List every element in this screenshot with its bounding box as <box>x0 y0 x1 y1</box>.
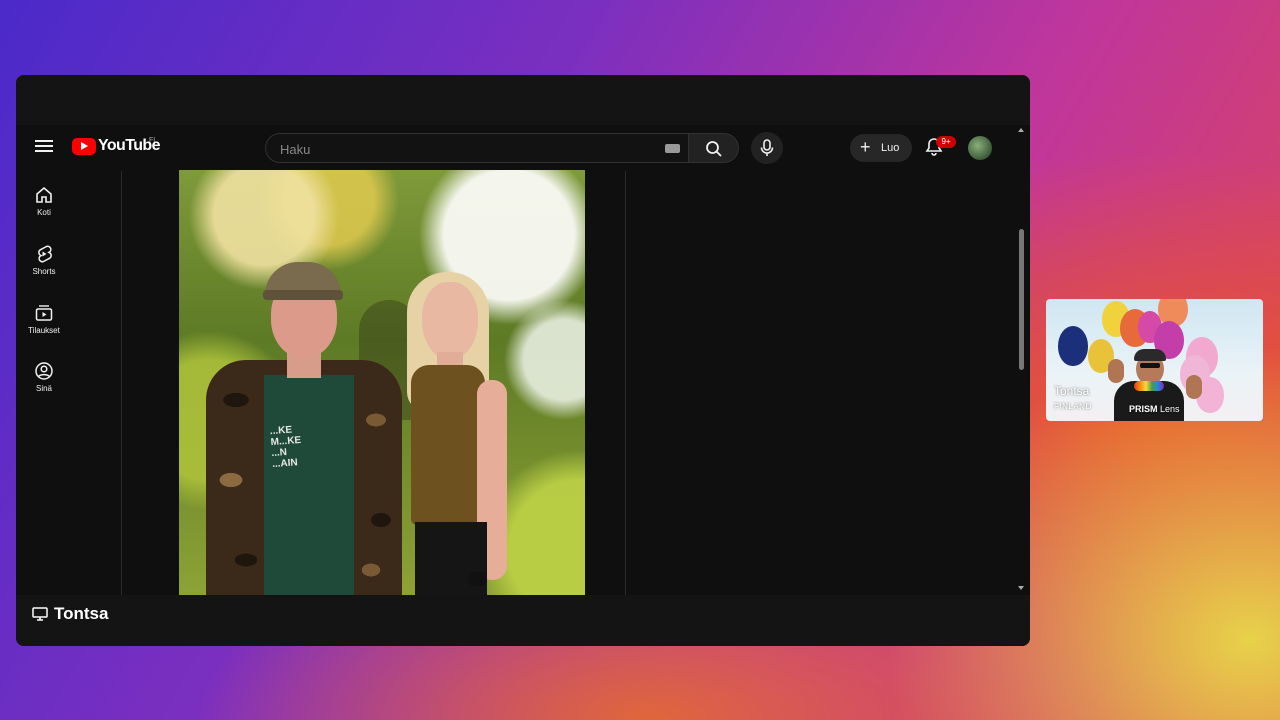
sidebar-item-subscriptions[interactable]: Tilaukset <box>16 303 72 335</box>
sidebar-item-label: Shorts <box>32 267 56 276</box>
voice-search-button[interactable] <box>751 132 783 164</box>
you-icon <box>35 362 53 380</box>
raised-hand <box>1108 359 1124 383</box>
presenter-cap <box>1134 349 1166 361</box>
notification-badge: 9+ <box>936 136 956 148</box>
microphone-icon <box>760 139 774 156</box>
search-button[interactable] <box>689 133 739 163</box>
sidebar-item-shorts[interactable]: Shorts <box>16 244 72 276</box>
man-cap-brim <box>263 290 343 300</box>
watch <box>469 572 487 586</box>
woman-face <box>422 282 478 360</box>
rainbow-lei <box>1134 381 1164 391</box>
window-caption-bar: Tontsa <box>16 595 1030 646</box>
scroll-up-arrow[interactable] <box>1018 128 1024 132</box>
subscriptions-icon <box>35 305 53 321</box>
search-input[interactable] <box>278 134 662 164</box>
plus-icon: + <box>860 137 871 157</box>
camera-pip-overlay: Tontsa FINLAND PRISM Lens <box>1046 299 1263 421</box>
search-icon <box>706 141 722 157</box>
presenter-sunglasses <box>1140 363 1160 368</box>
video-thumbnail[interactable]: ...KE M...KE ...N ...AIN <box>179 170 585 595</box>
window-top-bar <box>16 75 1030 125</box>
presenter-name: Tontsa <box>1054 384 1090 398</box>
shirt-print: ...KE M...KE ...N ...AIN <box>269 424 302 471</box>
monitor-icon <box>32 607 48 621</box>
sidebar-item-you[interactable]: Sinä <box>16 361 72 393</box>
screen-share-window: YouTube FI + <box>16 75 1030 646</box>
youtube-play-icon <box>72 137 96 155</box>
lens-label: Lens <box>1160 404 1180 414</box>
lens-brand: PRISM <box>1129 404 1158 414</box>
scroll-down-arrow[interactable] <box>1018 586 1024 590</box>
youtube-logo[interactable]: YouTube <box>72 137 160 155</box>
menu-icon[interactable] <box>34 137 54 157</box>
presenter-country: FINLAND <box>1054 402 1092 411</box>
window-title: Tontsa <box>54 604 109 623</box>
create-label: Luo <box>881 142 900 154</box>
man-shirt <box>264 375 354 595</box>
avatar[interactable] <box>968 136 992 160</box>
scrollbar-thumb[interactable] <box>1019 229 1024 370</box>
woman-top <box>411 365 485 525</box>
sidebar-item-label: Tilaukset <box>28 326 60 335</box>
divider <box>121 171 122 595</box>
divider <box>625 171 626 595</box>
home-icon <box>36 186 52 203</box>
keyboard-icon[interactable] <box>665 144 680 153</box>
sidebar-item-home[interactable]: Koti <box>16 185 72 217</box>
youtube-page: YouTube FI + <box>16 125 1030 595</box>
search-box <box>265 133 689 164</box>
sidebar-item-label: Sinä <box>35 384 52 393</box>
shorts-icon <box>38 245 52 263</box>
sidebar-item-label: Koti <box>37 208 51 217</box>
region-code: FI <box>149 137 156 144</box>
create-button[interactable]: + Luo <box>850 134 912 162</box>
prism-lens-watermark: PRISM Lens <box>1129 404 1180 414</box>
raised-hand <box>1186 375 1202 399</box>
balloon <box>1058 326 1088 366</box>
youtube-header: YouTube FI + <box>16 125 1030 171</box>
